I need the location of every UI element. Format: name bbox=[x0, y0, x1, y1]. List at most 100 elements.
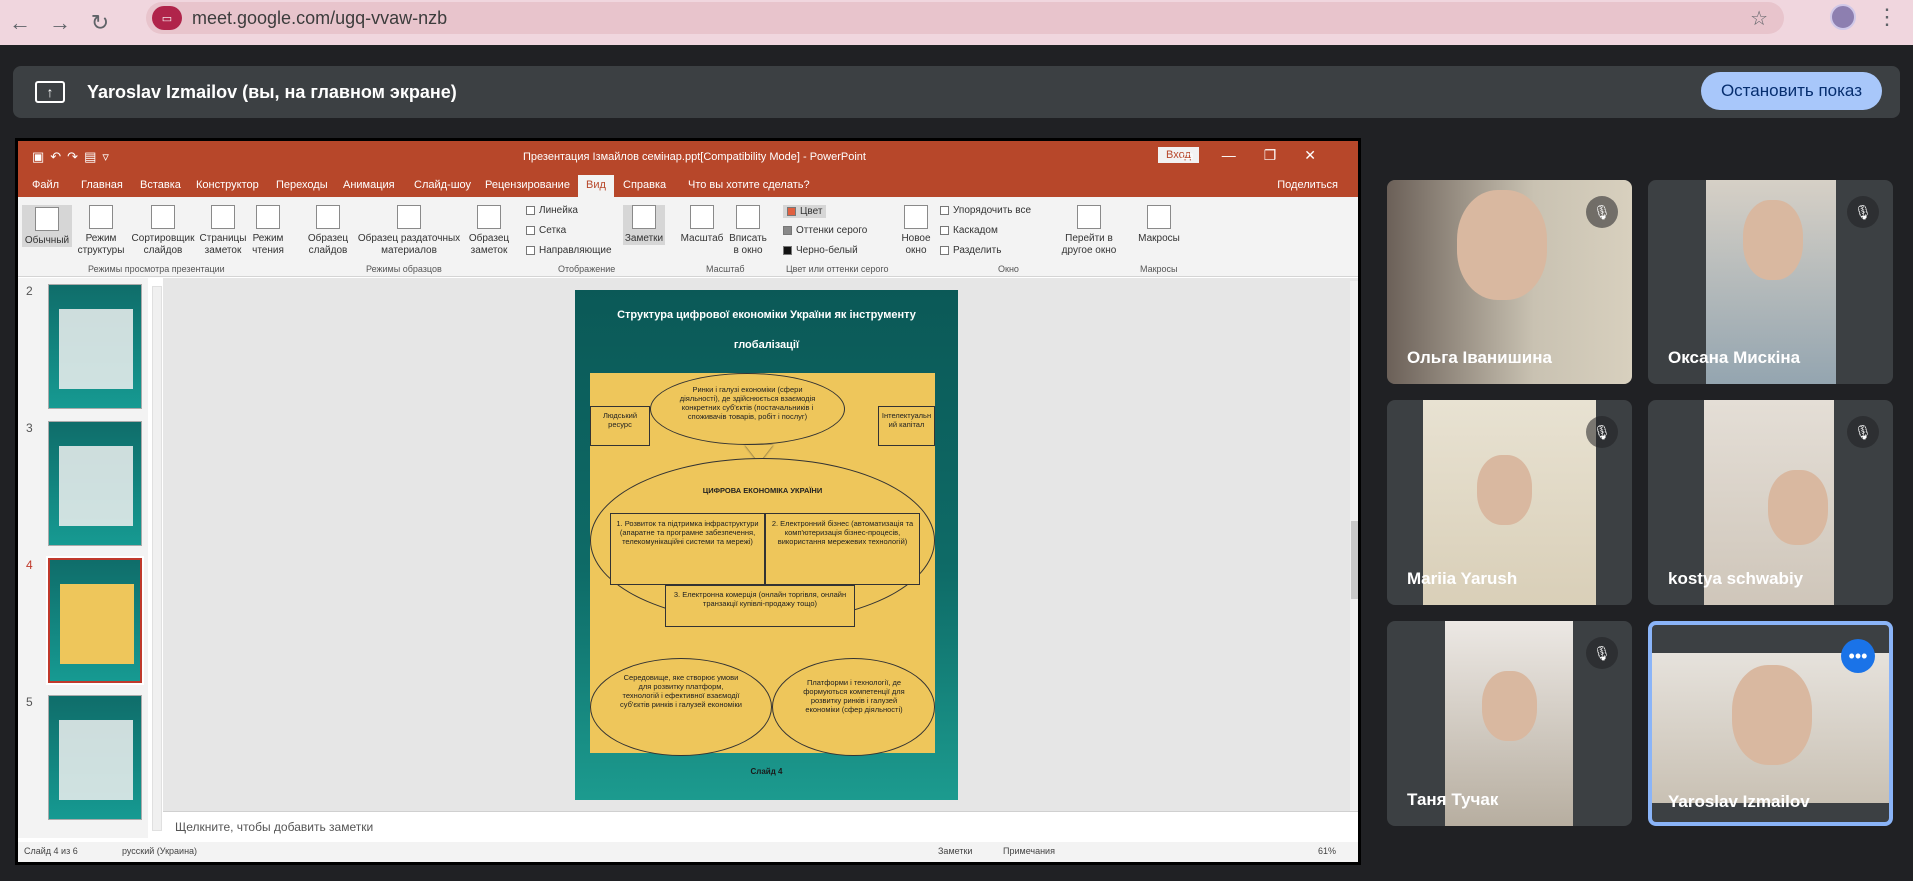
stop-presenting-button[interactable]: Остановить показ bbox=[1700, 72, 1882, 110]
participant-face bbox=[1743, 200, 1803, 280]
muted-mic-icon: 🎙 bbox=[1847, 416, 1879, 448]
markets-text: Ринки і галузі економіки (сфери діяльнос… bbox=[679, 385, 816, 421]
participant-tile[interactable]: 🎙 Оксана Мискіна bbox=[1648, 180, 1893, 384]
reload-icon[interactable]: ↻ bbox=[80, 3, 120, 43]
platforms-text: Платформи і технології, де формуються ко… bbox=[803, 678, 905, 714]
ruler-checkbox[interactable]: Линейка bbox=[526, 205, 578, 216]
thumb-number: 2 bbox=[26, 284, 33, 298]
participant-name: kostya schwabiy bbox=[1668, 569, 1804, 588]
presenting-banner: ↑ Yaroslav Izmailov (вы, на главном экра… bbox=[13, 66, 1900, 118]
outline-view-button[interactable]: Режим структуры bbox=[76, 205, 126, 257]
participant-tile[interactable]: 🎙 kostya schwabiy bbox=[1648, 400, 1893, 605]
group-label: Масштаб bbox=[706, 264, 745, 274]
handout-master-button[interactable]: Образец раздаточных материалов bbox=[353, 205, 465, 257]
participant-name: Таня Тучак bbox=[1407, 790, 1499, 809]
tab-transitions[interactable]: Переходы bbox=[276, 179, 328, 191]
present-screen-icon: ↑ bbox=[35, 81, 65, 103]
ribbon: Обычный Режим структуры Сортировщик слай… bbox=[18, 197, 1358, 277]
participant-tile[interactable]: 🎙 Ольга Іванишина bbox=[1387, 180, 1632, 384]
guides-checkbox[interactable]: Направляющие bbox=[526, 245, 612, 256]
arrange-all-button[interactable]: Упорядочить все bbox=[940, 205, 1031, 216]
url-text[interactable]: meet.google.com/ugq-vvaw-nzb bbox=[192, 8, 447, 29]
notes-page-button[interactable]: Страницы заметок bbox=[198, 205, 248, 257]
self-participant-tile[interactable]: ••• Yaroslav Izmailov bbox=[1648, 621, 1893, 826]
scrollbar-thumb[interactable] bbox=[1351, 521, 1358, 599]
address-bar[interactable]: ▭ meet.google.com/ugq-vvaw-nzb ☆ bbox=[146, 2, 1784, 34]
group-label: Цвет или оттенки серого bbox=[786, 264, 889, 274]
tab-animations[interactable]: Анимация bbox=[343, 179, 395, 191]
normal-view-button[interactable]: Обычный bbox=[22, 205, 72, 247]
slide-title-line1: Структура цифрової економіки України як … bbox=[617, 309, 916, 321]
more-options-icon[interactable]: ••• bbox=[1841, 639, 1875, 673]
human-resource-text: Людський ресурс bbox=[602, 411, 638, 429]
back-icon[interactable]: ← bbox=[0, 3, 40, 43]
group-label: Режимы образцов bbox=[366, 264, 442, 274]
thumbnails-scrollbar[interactable] bbox=[152, 286, 162, 831]
notes-pane[interactable]: Щелкните, чтобы добавить заметки bbox=[163, 811, 1358, 841]
slide-sorter-button[interactable]: Сортировщик слайдов bbox=[128, 205, 198, 257]
quick-access-toolbar[interactable]: ▣↶↷▤▿ bbox=[32, 149, 115, 165]
slide-thumbnail[interactable] bbox=[48, 695, 142, 820]
participant-tile[interactable]: 🎙 Таня Тучак bbox=[1387, 621, 1632, 826]
group-label: Отображение bbox=[558, 264, 616, 274]
thumb-number: 3 bbox=[26, 421, 33, 435]
notes-toggle[interactable]: Заметки bbox=[938, 846, 972, 856]
slide-thumbnail-selected[interactable] bbox=[46, 556, 144, 685]
reading-view-button[interactable]: Режим чтения bbox=[246, 205, 290, 257]
tab-design[interactable]: Конструктор bbox=[196, 179, 259, 191]
cascade-button[interactable]: Каскадом bbox=[940, 225, 998, 236]
tab-file[interactable]: Файл bbox=[32, 179, 59, 191]
environment-text: Середовище, яке створює умови для розвит… bbox=[620, 673, 742, 709]
grayscale-button[interactable]: Оттенки серого bbox=[783, 225, 867, 236]
muted-mic-icon: 🎙 bbox=[1586, 196, 1618, 228]
participant-face bbox=[1482, 671, 1537, 741]
black-white-button[interactable]: Черно-белый bbox=[783, 245, 858, 256]
forward-icon[interactable]: → bbox=[40, 3, 80, 43]
share-button[interactable]: Поделиться bbox=[1277, 179, 1338, 191]
slide-thumbnail[interactable] bbox=[48, 284, 142, 409]
color-button[interactable]: Цвет bbox=[783, 205, 827, 218]
participant-name: Ольга Іванишина bbox=[1407, 348, 1552, 367]
tell-me-search[interactable]: Что вы хотите сделать? bbox=[688, 179, 810, 191]
language-indicator[interactable]: русский (Украина) bbox=[122, 846, 197, 856]
tab-view[interactable]: Вид bbox=[578, 175, 614, 197]
fit-to-window-button[interactable]: Вписать в окно bbox=[726, 205, 770, 257]
notes-master-button[interactable]: Образец заметок bbox=[463, 205, 515, 257]
participant-face bbox=[1457, 190, 1547, 300]
browser-toolbar: ← → ↻ ▭ meet.google.com/ugq-vvaw-nzb ☆ ⋮ bbox=[0, 0, 1913, 45]
split-button[interactable]: Разделить bbox=[940, 245, 1001, 256]
participant-tile[interactable]: 🎙 Mariia Yarush bbox=[1387, 400, 1632, 605]
ecommerce-text: 3. Електронна комерція (онлайн торгівля,… bbox=[673, 590, 847, 608]
site-settings-icon[interactable]: ▭ bbox=[152, 6, 182, 30]
tab-help[interactable]: Справка bbox=[623, 179, 666, 191]
participant-face bbox=[1732, 665, 1812, 765]
zoom-button[interactable]: Масштаб bbox=[680, 205, 724, 245]
group-label: Макросы bbox=[1140, 264, 1178, 274]
tab-slideshow[interactable]: Слайд-шоу bbox=[414, 179, 471, 191]
comments-toggle[interactable]: Примечания bbox=[1003, 846, 1055, 856]
notes-button[interactable]: Заметки bbox=[623, 205, 665, 245]
ppt-window-title: Презентация Ізмайлов семінар.ppt[Compati… bbox=[523, 151, 866, 163]
slide-master-button[interactable]: Образец слайдов bbox=[303, 205, 353, 257]
intellectual-capital-text: Інтелектуальн ий капітал bbox=[881, 411, 932, 429]
thumb-number: 4 bbox=[26, 558, 33, 572]
ebusiness-text: 2. Електронний бізнес (автоматизація та … bbox=[771, 519, 914, 546]
participant-name: Mariia Yarush bbox=[1407, 569, 1518, 588]
current-slide[interactable]: Структура цифрової економіки України як … bbox=[575, 290, 958, 800]
bookmark-star-icon[interactable]: ☆ bbox=[1750, 6, 1768, 31]
powerpoint-window: ▣↶↷▤▿ Презентация Ізмайлов семінар.ppt[C… bbox=[15, 138, 1361, 865]
grid-checkbox[interactable]: Сетка bbox=[526, 225, 566, 236]
macros-button[interactable]: Макросы bbox=[1134, 205, 1184, 245]
slide-title-line2: глобалізації bbox=[733, 339, 800, 351]
window-controls[interactable]: ▭—❐✕ bbox=[1180, 147, 1344, 164]
tab-home[interactable]: Главная bbox=[81, 179, 123, 191]
tab-insert[interactable]: Вставка bbox=[140, 179, 181, 191]
tab-review[interactable]: Рецензирование bbox=[485, 179, 570, 191]
slide-thumbnail[interactable] bbox=[48, 421, 142, 546]
profile-avatar[interactable] bbox=[1830, 4, 1856, 30]
switch-windows-button[interactable]: Перейти в другое окно bbox=[1054, 205, 1124, 257]
browser-menu-icon[interactable]: ⋮ bbox=[1876, 4, 1898, 30]
vertical-scrollbar[interactable] bbox=[1350, 281, 1358, 826]
zoom-level[interactable]: 61% bbox=[1318, 846, 1336, 856]
new-window-button[interactable]: Новое окно bbox=[898, 205, 934, 257]
